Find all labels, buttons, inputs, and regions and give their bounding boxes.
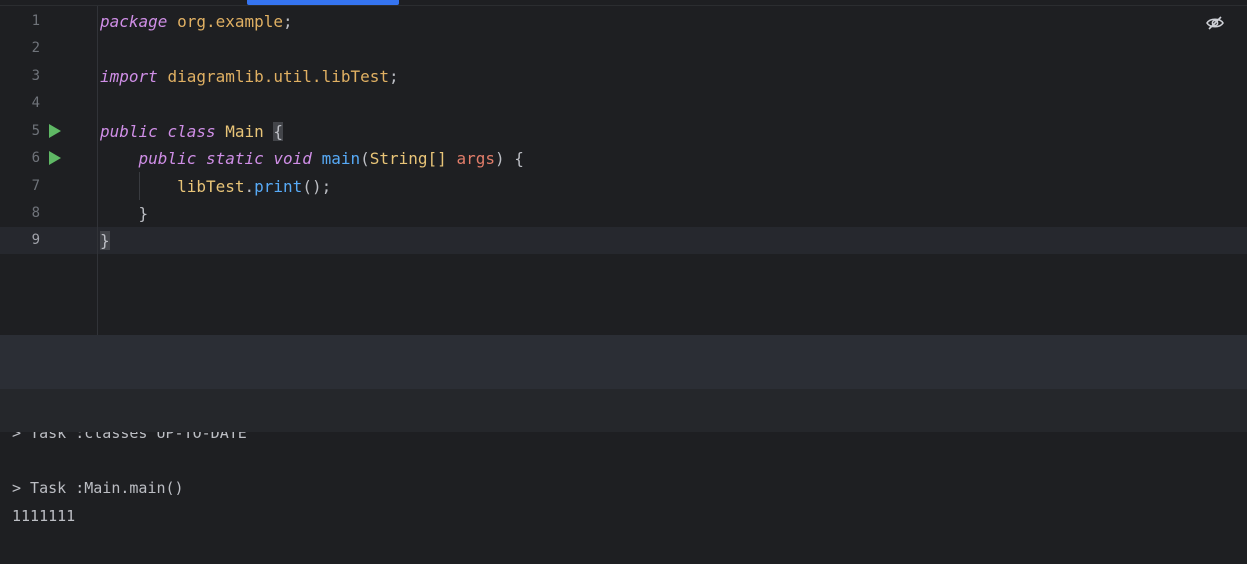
import-path: diagramlib.util.libTest xyxy=(167,67,389,86)
eye-slash-icon[interactable] xyxy=(1205,13,1225,33)
line-number[interactable]: 1 xyxy=(0,8,40,35)
semicolon: ; xyxy=(283,12,293,31)
paren: ( xyxy=(360,149,370,168)
code-line-4[interactable]: 4 xyxy=(0,90,1247,117)
line-number[interactable]: 9 xyxy=(0,227,40,254)
class-name: Main xyxy=(225,122,264,141)
keyword: void xyxy=(273,149,312,168)
run-gutter-icon[interactable] xyxy=(49,151,61,165)
method-call: print xyxy=(254,177,303,196)
line-number[interactable]: 2 xyxy=(0,35,40,62)
tool-window-header[interactable] xyxy=(0,335,1247,389)
package-name: org.example xyxy=(177,12,284,31)
line-number[interactable]: 7 xyxy=(0,173,40,200)
method-name: main xyxy=(321,149,361,168)
matched-brace: { xyxy=(273,122,284,141)
keyword: package xyxy=(100,12,168,31)
code-line-2[interactable]: 2 xyxy=(0,35,1247,62)
code-line-7[interactable]: 7 libTest.print(); xyxy=(0,173,1247,200)
keyword: public xyxy=(100,122,158,141)
code-text[interactable]: package org.example; xyxy=(100,8,293,35)
line-number[interactable]: 5 xyxy=(0,118,40,145)
console-output: 1111111 xyxy=(12,507,76,525)
code-line-8[interactable]: 8 } xyxy=(0,200,1247,227)
class-reference: libTest xyxy=(177,177,245,196)
keyword: class xyxy=(167,122,216,141)
code-text[interactable]: libTest.print(); xyxy=(100,173,331,200)
editor-top-border xyxy=(0,5,1247,6)
code-line-1[interactable]: 1 package org.example; xyxy=(0,8,1247,35)
code-text[interactable]: } xyxy=(100,200,149,227)
line-number[interactable]: 3 xyxy=(0,63,40,90)
closing-brace: } xyxy=(138,204,149,223)
code-line-9[interactable]: 9 } xyxy=(0,227,1247,254)
line-number[interactable]: 8 xyxy=(0,200,40,227)
code-line-6[interactable]: 6 public static void main(String[] args)… xyxy=(0,145,1247,172)
code-text[interactable]: import diagramlib.util.libTest; xyxy=(100,63,399,90)
parameter-name: args xyxy=(456,149,495,168)
console-line: > Task :Main.main() xyxy=(12,479,184,497)
matched-brace: } xyxy=(100,231,110,250)
line-number[interactable]: 4 xyxy=(0,90,40,117)
paren-brace: ) { xyxy=(494,149,524,168)
dot: . xyxy=(244,177,255,196)
semicolon: ; xyxy=(389,67,399,86)
run-gutter-icon[interactable] xyxy=(49,124,61,138)
keyword: import xyxy=(100,67,158,86)
code-line-5[interactable]: 5 public class Main { xyxy=(0,118,1247,145)
keyword: static xyxy=(205,149,264,168)
run-console[interactable]: > Task :classes UP-TO-DATE > Task :Main.… xyxy=(0,432,1247,564)
code-text[interactable]: public class Main { xyxy=(100,118,284,145)
code-text[interactable]: public static void main(String[] args) { xyxy=(100,145,524,172)
code-line-3[interactable]: 3 import diagramlib.util.libTest; xyxy=(0,63,1247,90)
console-line: > Task :classes UP-TO-DATE xyxy=(12,432,247,442)
code-text[interactable]: } xyxy=(100,227,110,254)
call-tail: (); xyxy=(302,177,332,196)
type-name: String[] xyxy=(369,149,447,168)
code-editor[interactable]: 1 package org.example; 2 3 import diagra… xyxy=(0,0,1247,335)
line-number[interactable]: 6 xyxy=(0,145,40,172)
tool-window-toolbar[interactable] xyxy=(0,389,1247,432)
keyword: public xyxy=(138,149,197,168)
